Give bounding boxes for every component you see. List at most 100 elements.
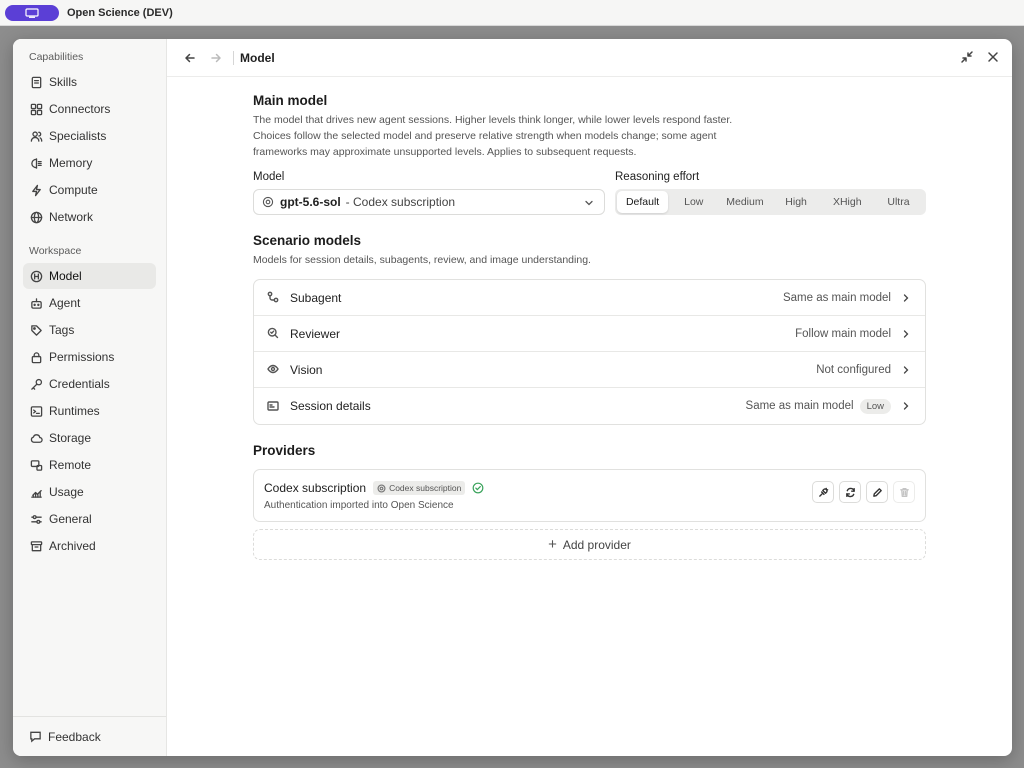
add-provider-label: Add provider	[562, 537, 631, 552]
refresh-button[interactable]	[839, 481, 861, 503]
scenario-row-vision[interactable]: Vision Not configured	[254, 352, 925, 388]
model-field: Model gpt-5.6-sol - Codex subscription	[253, 171, 615, 215]
settings-sidebar: Capabilities Skills Connectors Specialis…	[13, 39, 167, 756]
arrow-left-icon	[185, 53, 195, 62]
agent-icon	[29, 296, 43, 310]
provider-type-tag: Codex subscription	[373, 481, 466, 495]
effort-option-high[interactable]: High	[771, 191, 822, 213]
sidebar-item-connectors[interactable]: Connectors	[23, 96, 156, 122]
key-icon	[29, 377, 43, 391]
sidebar-item-permissions[interactable]: Permissions	[23, 344, 156, 370]
sidebar-item-label: Runtimes	[49, 404, 100, 418]
provider-name: Codex subscription	[264, 481, 367, 495]
model-label: Model	[253, 171, 285, 183]
model-select-name: gpt-5.6-sol	[280, 195, 341, 209]
providers-heading: Providers	[253, 443, 316, 458]
chart-icon	[29, 485, 43, 499]
sidebar-item-usage[interactable]: Usage	[23, 479, 156, 505]
workspace-section-label: Workspace	[29, 245, 82, 257]
reviewer-icon	[267, 327, 280, 340]
window-controls	[960, 50, 1000, 69]
sidebar-item-label: Network	[49, 210, 94, 224]
app-switcher-button[interactable]	[5, 4, 59, 21]
archive-icon	[29, 539, 43, 553]
scenario-row-value: Same as main model Low	[746, 398, 911, 414]
openai-logo-icon	[262, 196, 274, 208]
pencil-icon	[872, 487, 882, 497]
sidebar-item-compute[interactable]: Compute	[23, 177, 156, 203]
network-icon	[29, 210, 43, 224]
scenario-row-reviewer[interactable]: Reviewer Follow main model	[254, 316, 925, 352]
plus-icon: +	[548, 536, 557, 553]
sidebar-item-specialists[interactable]: Specialists	[23, 123, 156, 149]
compute-icon	[29, 183, 43, 197]
scenario-models-heading: Scenario models	[253, 233, 362, 248]
lock-icon	[29, 350, 43, 364]
collapse-button[interactable]	[960, 50, 974, 69]
sidebar-item-label: Usage	[49, 485, 84, 499]
forward-button[interactable]	[207, 49, 225, 67]
sidebar-item-label: General	[49, 512, 92, 526]
session-details-icon	[267, 400, 280, 413]
arrow-right-icon	[211, 53, 221, 62]
model-select-provider: - Codex subscription	[345, 195, 456, 209]
settings-main: Model Main model The model that drives n…	[167, 39, 1012, 756]
back-button[interactable]	[181, 49, 199, 67]
page-title: Model	[240, 50, 275, 65]
scenario-models-description: Models for session details, subagents, r…	[253, 254, 591, 266]
sidebar-item-storage[interactable]: Storage	[23, 425, 156, 451]
scenario-row-value: Follow main model	[795, 328, 911, 340]
sidebar-item-agent[interactable]: Agent	[23, 290, 156, 316]
scenario-row-value-text: Not configured	[816, 363, 891, 376]
sidebar-item-label: Connectors	[49, 102, 111, 116]
sidebar-item-label: Remote	[49, 458, 92, 472]
sidebar-item-skills[interactable]: Skills	[23, 69, 156, 95]
sliders-icon	[29, 512, 43, 526]
sidebar-item-credentials[interactable]: Credentials	[23, 371, 156, 397]
openai-logo-icon	[377, 483, 386, 493]
close-button[interactable]	[986, 50, 1000, 69]
test-connection-button[interactable]	[812, 481, 834, 503]
scenario-row-label: Reviewer	[290, 326, 341, 341]
sidebar-item-general[interactable]: General	[23, 506, 156, 532]
sidebar-item-archived[interactable]: Archived	[23, 533, 156, 559]
sidebar-item-memory[interactable]: Memory	[23, 150, 156, 176]
effort-option-xhigh[interactable]: XHigh	[822, 191, 873, 213]
main-model-description: The model that drives new agent sessions…	[253, 114, 733, 158]
sidebar-item-model[interactable]: Model	[23, 263, 156, 289]
reasoning-effort-segmented: Default Low Medium High XHigh Ultra	[615, 189, 926, 215]
scenario-row-subagent[interactable]: Subagent Same as main model	[254, 280, 925, 316]
reasoning-effort-field: Reasoning effort Default Low Medium High…	[615, 171, 926, 215]
delete-button[interactable]	[893, 481, 915, 503]
scenario-row-session-details[interactable]: Session details Same as main model Low	[254, 388, 925, 424]
collapse-icon	[961, 51, 973, 63]
effort-option-ultra[interactable]: Ultra	[873, 191, 924, 213]
edit-button[interactable]	[866, 481, 888, 503]
model-settings-content: Main model The model that drives new age…	[253, 93, 926, 560]
effort-option-low[interactable]: Low	[668, 191, 719, 213]
effort-option-default[interactable]: Default	[617, 191, 669, 213]
sidebar-item-tags[interactable]: Tags	[23, 317, 156, 343]
effort-option-medium[interactable]: Medium	[719, 191, 770, 213]
chevron-right-icon	[903, 365, 909, 374]
scenario-row-value: Same as main model	[783, 292, 911, 304]
sidebar-item-remote[interactable]: Remote	[23, 452, 156, 478]
sidebar-item-network[interactable]: Network	[23, 204, 156, 230]
model-select[interactable]: gpt-5.6-sol - Codex subscription	[253, 189, 605, 215]
scenario-row-label: Vision	[290, 362, 323, 377]
chevron-right-icon	[903, 293, 909, 302]
sidebar-item-label: Archived	[49, 539, 96, 553]
main-model-fields: Model gpt-5.6-sol - Codex subscription R…	[253, 171, 926, 215]
skills-icon	[29, 75, 43, 89]
sidebar-item-label: Skills	[49, 75, 78, 89]
cloud-icon	[29, 431, 43, 445]
close-icon	[988, 52, 998, 62]
eye-icon	[267, 363, 280, 376]
app-titlebar: Open Science (DEV)	[0, 0, 1024, 26]
subagent-icon	[267, 291, 280, 304]
add-provider-button[interactable]: + Add provider	[253, 529, 926, 560]
sidebar-item-runtimes[interactable]: Runtimes	[23, 398, 156, 424]
provider-type-tag-label: Codex subscription	[389, 483, 462, 493]
scenario-models-list: Subagent Same as main model Reviewer Fol…	[253, 279, 926, 425]
feedback-button[interactable]: Feedback	[13, 716, 166, 756]
